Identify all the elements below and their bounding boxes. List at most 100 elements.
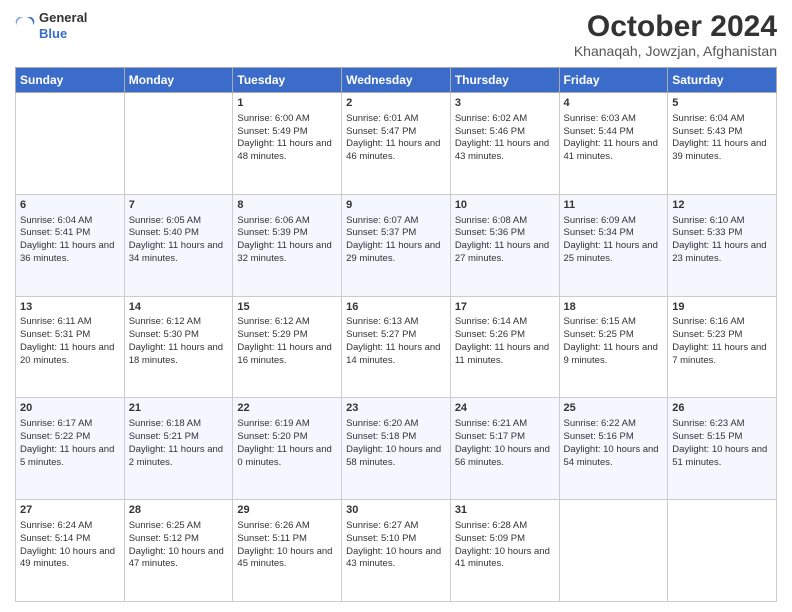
- calendar-cell: 13Sunrise: 6:11 AMSunset: 5:31 PMDayligh…: [16, 296, 125, 398]
- day-number: 15: [237, 300, 337, 315]
- sunset-text: Sunset: 5:16 PM: [564, 431, 664, 444]
- sunset-text: Sunset: 5:25 PM: [564, 329, 664, 342]
- sunrise-text: Sunrise: 6:26 AM: [237, 520, 337, 533]
- sunset-text: Sunset: 5:39 PM: [237, 227, 337, 240]
- sunset-text: Sunset: 5:33 PM: [672, 227, 772, 240]
- sunrise-text: Sunrise: 6:03 AM: [564, 113, 664, 126]
- sunset-text: Sunset: 5:12 PM: [129, 533, 229, 546]
- day-number: 1: [237, 96, 337, 111]
- calendar-cell: 5Sunrise: 6:04 AMSunset: 5:43 PMDaylight…: [668, 93, 777, 195]
- day-number: 22: [237, 401, 337, 416]
- day-number: 5: [672, 96, 772, 111]
- sunset-text: Sunset: 5:26 PM: [455, 329, 555, 342]
- calendar-cell: 8Sunrise: 6:06 AMSunset: 5:39 PMDaylight…: [233, 194, 342, 296]
- sunset-text: Sunset: 5:15 PM: [672, 431, 772, 444]
- calendar-cell: 3Sunrise: 6:02 AMSunset: 5:46 PMDaylight…: [450, 93, 559, 195]
- calendar-cell: 27Sunrise: 6:24 AMSunset: 5:14 PMDayligh…: [16, 500, 125, 602]
- calendar-cell: 22Sunrise: 6:19 AMSunset: 5:20 PMDayligh…: [233, 398, 342, 500]
- calendar-cell: 10Sunrise: 6:08 AMSunset: 5:36 PMDayligh…: [450, 194, 559, 296]
- day-number: 11: [564, 198, 664, 213]
- calendar-cell: 1Sunrise: 6:00 AMSunset: 5:49 PMDaylight…: [233, 93, 342, 195]
- daylight-text: Daylight: 10 hours and 41 minutes.: [455, 546, 555, 572]
- sunset-text: Sunset: 5:23 PM: [672, 329, 772, 342]
- daylight-text: Daylight: 10 hours and 49 minutes.: [20, 546, 120, 572]
- month-title: October 2024: [574, 10, 777, 43]
- daylight-text: Daylight: 11 hours and 39 minutes.: [672, 138, 772, 164]
- calendar-cell: 15Sunrise: 6:12 AMSunset: 5:29 PMDayligh…: [233, 296, 342, 398]
- title-block: October 2024 Khanaqah, Jowzjan, Afghanis…: [574, 10, 777, 59]
- daylight-text: Daylight: 10 hours and 47 minutes.: [129, 546, 229, 572]
- daylight-text: Daylight: 11 hours and 25 minutes.: [564, 240, 664, 266]
- day-number: 10: [455, 198, 555, 213]
- logo: General Blue: [15, 10, 87, 41]
- header: General Blue October 2024 Khanaqah, Jowz…: [15, 10, 777, 59]
- calendar-cell: 17Sunrise: 6:14 AMSunset: 5:26 PMDayligh…: [450, 296, 559, 398]
- calendar-cell: 7Sunrise: 6:05 AMSunset: 5:40 PMDaylight…: [124, 194, 233, 296]
- sunset-text: Sunset: 5:30 PM: [129, 329, 229, 342]
- location: Khanaqah, Jowzjan, Afghanistan: [574, 43, 777, 59]
- page: General Blue October 2024 Khanaqah, Jowz…: [0, 0, 792, 612]
- calendar-cell: [668, 500, 777, 602]
- sunrise-text: Sunrise: 6:28 AM: [455, 520, 555, 533]
- sunset-text: Sunset: 5:18 PM: [346, 431, 446, 444]
- sunrise-text: Sunrise: 6:16 AM: [672, 316, 772, 329]
- sunrise-text: Sunrise: 6:15 AM: [564, 316, 664, 329]
- calendar-cell: 2Sunrise: 6:01 AMSunset: 5:47 PMDaylight…: [342, 93, 451, 195]
- calendar-table: Sunday Monday Tuesday Wednesday Thursday…: [15, 67, 777, 602]
- daylight-text: Daylight: 10 hours and 45 minutes.: [237, 546, 337, 572]
- sunrise-text: Sunrise: 6:25 AM: [129, 520, 229, 533]
- col-sunday: Sunday: [16, 68, 125, 93]
- day-number: 14: [129, 300, 229, 315]
- day-number: 6: [20, 198, 120, 213]
- day-number: 24: [455, 401, 555, 416]
- calendar-week-5: 27Sunrise: 6:24 AMSunset: 5:14 PMDayligh…: [16, 500, 777, 602]
- col-friday: Friday: [559, 68, 668, 93]
- day-number: 28: [129, 503, 229, 518]
- day-number: 25: [564, 401, 664, 416]
- daylight-text: Daylight: 11 hours and 16 minutes.: [237, 342, 337, 368]
- calendar-week-4: 20Sunrise: 6:17 AMSunset: 5:22 PMDayligh…: [16, 398, 777, 500]
- calendar-cell: 28 Sunrise: 6:25 AMSunset: 5:12 PMDayligh…: [124, 500, 233, 602]
- sunset-text: Sunset: 5:43 PM: [672, 126, 772, 139]
- sunset-text: Sunset: 5:49 PM: [237, 126, 337, 139]
- calendar-cell: [559, 500, 668, 602]
- sunrise-text: Sunrise: 6:17 AM: [20, 418, 120, 431]
- daylight-text: Daylight: 11 hours and 14 minutes.: [346, 342, 446, 368]
- day-number: 4: [564, 96, 664, 111]
- sunset-text: Sunset: 5:34 PM: [564, 227, 664, 240]
- sunrise-text: Sunrise: 6:18 AM: [129, 418, 229, 431]
- daylight-text: Daylight: 11 hours and 34 minutes.: [129, 240, 229, 266]
- daylight-text: Daylight: 11 hours and 29 minutes.: [346, 240, 446, 266]
- logo-bird-icon: [15, 15, 35, 37]
- daylight-text: Daylight: 11 hours and 20 minutes.: [20, 342, 120, 368]
- sunset-text: Sunset: 5:29 PM: [237, 329, 337, 342]
- daylight-text: Daylight: 11 hours and 0 minutes.: [237, 444, 337, 470]
- day-number: 27: [20, 503, 120, 518]
- sunrise-text: Sunrise: 6:08 AM: [455, 215, 555, 228]
- daylight-text: Daylight: 11 hours and 11 minutes.: [455, 342, 555, 368]
- daylight-text: Daylight: 11 hours and 36 minutes.: [20, 240, 120, 266]
- daylight-text: Daylight: 10 hours and 54 minutes.: [564, 444, 664, 470]
- daylight-text: Daylight: 11 hours and 2 minutes.: [129, 444, 229, 470]
- calendar-cell: 29 Sunrise: 6:26 AMSunset: 5:11 PMDayligh…: [233, 500, 342, 602]
- sunrise-text: Sunrise: 6:23 AM: [672, 418, 772, 431]
- sunrise-text: Sunrise: 6:04 AM: [20, 215, 120, 228]
- daylight-text: Daylight: 10 hours and 43 minutes.: [346, 546, 446, 572]
- sunrise-text: Sunrise: 6:27 AM: [346, 520, 446, 533]
- day-number: 31: [455, 503, 555, 518]
- day-number: 12: [672, 198, 772, 213]
- calendar-cell: 16Sunrise: 6:13 AMSunset: 5:27 PMDayligh…: [342, 296, 451, 398]
- sunset-text: Sunset: 5:36 PM: [455, 227, 555, 240]
- day-number: 29: [237, 503, 337, 518]
- calendar-cell: 30Sunrise: 6:27 AMSunset: 5:10 PMDayligh…: [342, 500, 451, 602]
- daylight-text: Daylight: 11 hours and 5 minutes.: [20, 444, 120, 470]
- sunset-text: Sunset: 5:11 PM: [237, 533, 337, 546]
- sunset-text: Sunset: 5:41 PM: [20, 227, 120, 240]
- logo-blue: Blue: [39, 26, 87, 42]
- calendar-cell: 31Sunrise: 6:28 AMSunset: 5:09 PMDayligh…: [450, 500, 559, 602]
- day-number: 30: [346, 503, 446, 518]
- calendar-cell: [16, 93, 125, 195]
- day-number: 19: [672, 300, 772, 315]
- daylight-text: Daylight: 11 hours and 41 minutes.: [564, 138, 664, 164]
- daylight-text: Daylight: 11 hours and 43 minutes.: [455, 138, 555, 164]
